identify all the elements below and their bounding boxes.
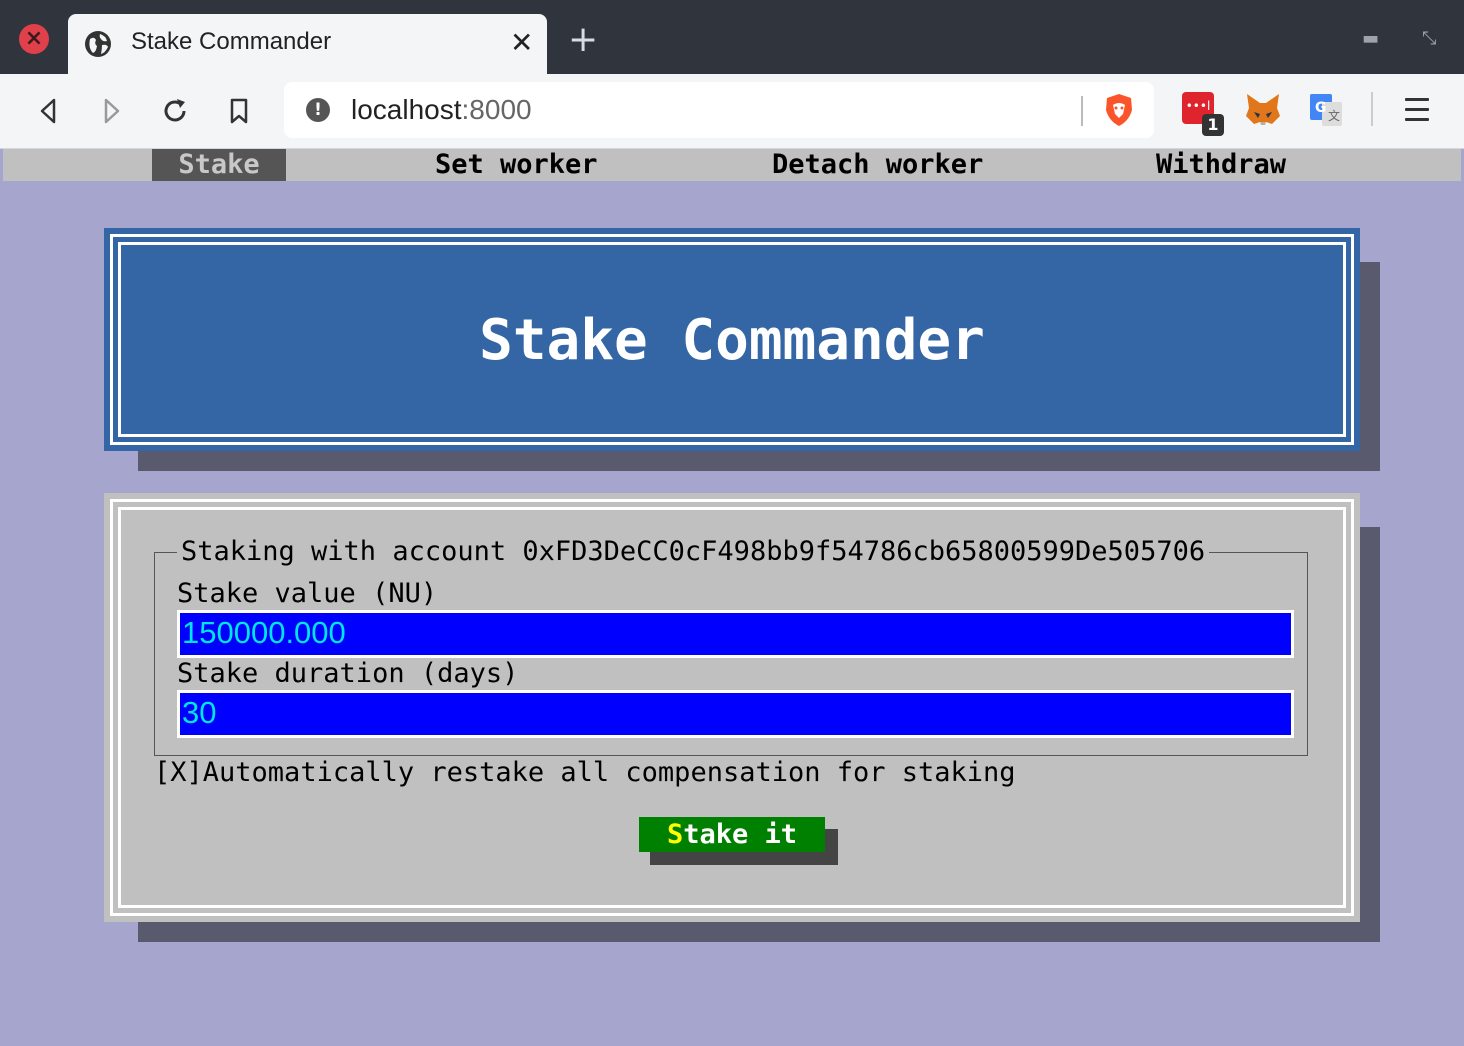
- forward-icon[interactable]: [96, 96, 126, 126]
- restake-checkbox[interactable]: [X]: [154, 757, 203, 788]
- tab-title: Stake Commander: [131, 28, 332, 55]
- new-tab-icon[interactable]: +: [568, 22, 598, 58]
- account-legend: Staking with account 0xFD3DeCC0cF498bb9f…: [177, 536, 1210, 567]
- restake-checkbox-row[interactable]: [X]Automatically restake all compensatio…: [154, 757, 1016, 788]
- hero-banner: Stake Commander: [104, 228, 1360, 451]
- metamask-fox-icon[interactable]: [1244, 92, 1282, 128]
- browser-tab[interactable]: Stake Commander ✕: [68, 14, 547, 74]
- restake-label: Automatically restake all compensation f…: [202, 757, 1016, 788]
- close-window-icon[interactable]: ×: [19, 24, 49, 54]
- globe-icon: [85, 31, 111, 57]
- address-bar[interactable]: ! localhost:8000: [284, 82, 1154, 138]
- url-text[interactable]: localhost:8000: [351, 94, 532, 126]
- menu-detach-worker[interactable]: Detach worker: [766, 149, 989, 181]
- stake-value-input[interactable]: 150000.000: [177, 610, 1294, 658]
- browser-toolbar: ! localhost:8000 •••l 1 G 文: [0, 74, 1464, 149]
- stake-button-label: take it: [683, 819, 798, 850]
- bookmark-icon[interactable]: [224, 96, 254, 126]
- app-menu-bar: Stake Set worker Detach worker Withdraw: [3, 149, 1461, 181]
- menu-stake[interactable]: Stake: [152, 149, 286, 181]
- url-separator: [1081, 96, 1083, 126]
- hero-title: Stake Commander: [479, 308, 985, 373]
- back-icon[interactable]: [34, 96, 64, 126]
- svg-text:G: G: [1315, 100, 1327, 116]
- svg-text:文: 文: [1328, 108, 1340, 123]
- stake-duration-label: Stake duration (days): [177, 658, 519, 689]
- menu-withdraw[interactable]: Withdraw: [1150, 149, 1292, 181]
- stake-value-text: 150000.000: [182, 615, 346, 650]
- toolbar-separator: [1371, 92, 1373, 126]
- stake-button-hotkey: S: [666, 819, 684, 850]
- site-info-icon[interactable]: !: [306, 98, 330, 122]
- minimize-icon[interactable]: ▬: [1362, 28, 1379, 49]
- stake-duration-input[interactable]: 30: [177, 690, 1294, 738]
- restore-icon[interactable]: ⤡: [1422, 28, 1436, 49]
- menu-set-worker[interactable]: Set worker: [429, 149, 604, 181]
- stake-value-label: Stake value (NU): [177, 578, 438, 609]
- menu-icon[interactable]: [1405, 98, 1429, 128]
- translate-icon[interactable]: G 文: [1308, 92, 1344, 128]
- brave-shields-icon[interactable]: [1102, 92, 1136, 128]
- stake-duration-text: 30: [182, 695, 217, 730]
- reload-icon[interactable]: [160, 96, 190, 126]
- extension-badge: 1: [1202, 114, 1224, 136]
- tab-close-icon[interactable]: ✕: [510, 26, 533, 59]
- extension-icon[interactable]: •••l 1: [1182, 92, 1224, 136]
- stake-it-button[interactable]: Stake it: [639, 817, 825, 852]
- browser-tab-bar: × Stake Commander ✕ + ▬ ⤡: [0, 0, 1464, 74]
